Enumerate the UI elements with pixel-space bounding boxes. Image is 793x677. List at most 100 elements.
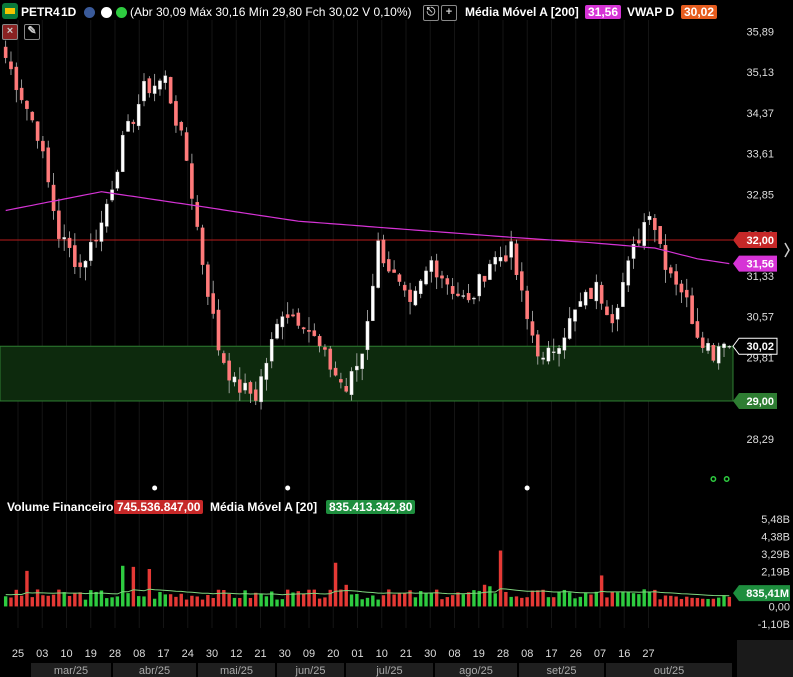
volume-ma-label[interactable]: Média Móvel A [20] (210, 500, 317, 514)
candle[interactable] (88, 233, 93, 266)
candle[interactable] (440, 270, 444, 289)
candle[interactable] (653, 214, 657, 243)
candle[interactable] (711, 343, 716, 363)
candle[interactable] (131, 119, 136, 133)
candle[interactable] (567, 307, 572, 340)
candle[interactable] (120, 130, 125, 173)
candle[interactable] (99, 210, 104, 252)
settings-icon[interactable]: ⎋ (423, 5, 439, 21)
candle[interactable] (392, 260, 396, 273)
pencil-icon[interactable]: ✎ (24, 24, 40, 40)
candle[interactable] (684, 278, 689, 308)
candle[interactable] (514, 239, 519, 280)
candle[interactable] (174, 95, 178, 133)
candle[interactable] (663, 234, 668, 283)
candle[interactable] (530, 310, 535, 344)
volume-bars[interactable] (3, 550, 732, 607)
candle[interactable] (599, 281, 604, 310)
candle[interactable] (195, 195, 200, 231)
volume-label[interactable]: Volume Financeiro (7, 500, 113, 514)
candle[interactable] (19, 79, 24, 104)
candle[interactable] (679, 279, 684, 303)
candle[interactable] (589, 287, 593, 300)
candle[interactable] (200, 224, 205, 275)
candle[interactable] (413, 286, 418, 307)
candle[interactable] (386, 251, 391, 274)
candle[interactable] (626, 256, 631, 292)
time-axis[interactable]: 25 03 10 19 28 08 17 24 30 12 21 30 09 20 01 10 21 30 08 19… (0, 633, 793, 677)
candle[interactable] (142, 73, 146, 107)
candle[interactable] (163, 70, 168, 90)
candle[interactable] (637, 228, 641, 247)
candle[interactable] (206, 261, 210, 306)
candle[interactable] (482, 275, 487, 288)
candle[interactable] (376, 232, 380, 289)
candle[interactable] (674, 263, 678, 296)
candle[interactable] (418, 278, 423, 299)
candle[interactable] (168, 76, 173, 105)
candle[interactable] (658, 226, 662, 249)
candle[interactable] (78, 254, 82, 278)
candle[interactable] (434, 253, 439, 290)
candle[interactable] (477, 273, 482, 302)
ma-indicator-label[interactable]: Média Móvel A [200] (465, 5, 579, 19)
price-tag[interactable]: 32,00 (733, 232, 777, 248)
candle[interactable] (110, 180, 114, 203)
candle[interactable] (179, 120, 184, 136)
candle[interactable] (307, 317, 311, 343)
candle[interactable] (83, 260, 88, 281)
candle[interactable] (115, 169, 120, 192)
candle[interactable] (397, 272, 402, 286)
volume-ma-tag[interactable]: 835,41M (733, 585, 790, 602)
vwap-label[interactable]: VWAP D (627, 5, 674, 19)
candle[interactable] (46, 140, 51, 188)
candle[interactable] (73, 233, 77, 275)
circle-icon[interactable] (101, 7, 112, 18)
plus-icon[interactable]: + (441, 5, 457, 21)
candle[interactable] (450, 277, 455, 300)
candle[interactable] (381, 234, 386, 268)
price-tag[interactable]: 29,00 (733, 392, 777, 409)
candle[interactable] (104, 199, 109, 233)
candle[interactable] (136, 94, 141, 130)
candle[interactable] (190, 153, 194, 210)
candle[interactable] (583, 289, 588, 310)
candle[interactable] (67, 231, 72, 258)
collapse-icon[interactable] (784, 242, 790, 258)
candle[interactable] (158, 78, 162, 96)
candle[interactable] (285, 302, 290, 324)
candle[interactable] (504, 245, 508, 263)
candle[interactable] (216, 299, 221, 356)
candle[interactable] (275, 318, 279, 340)
volume-axis[interactable]: 5,48B4,38B3,29B2,19B1,10B0,00-1,10B835,4… (733, 514, 790, 631)
candle[interactable] (296, 308, 301, 329)
candle[interactable] (615, 303, 620, 332)
candle[interactable] (605, 300, 609, 316)
candle[interactable] (35, 121, 40, 149)
candle[interactable] (291, 308, 295, 318)
price-tag[interactable]: 30,02 (732, 337, 778, 355)
candle[interactable] (690, 287, 694, 325)
candle[interactable] (51, 172, 56, 220)
candle[interactable] (456, 282, 460, 298)
candle[interactable] (126, 114, 130, 132)
candle[interactable] (472, 296, 476, 305)
candle[interactable] (301, 326, 306, 334)
candle[interactable] (445, 275, 450, 295)
candle[interactable] (408, 282, 412, 315)
candle[interactable] (312, 323, 317, 337)
candle[interactable] (147, 76, 152, 98)
candle[interactable] (280, 311, 285, 340)
candle[interactable] (498, 246, 503, 267)
eye-icon[interactable] (84, 7, 95, 18)
candle[interactable] (493, 251, 498, 272)
ticker-label[interactable]: PETR4 (21, 5, 60, 19)
candle[interactable] (466, 283, 471, 303)
candle[interactable] (631, 236, 636, 269)
candle[interactable] (9, 51, 13, 75)
delete-icon[interactable]: × (2, 24, 18, 40)
candle[interactable] (62, 224, 66, 251)
candle[interactable] (461, 289, 466, 299)
candle[interactable] (669, 264, 673, 278)
candle[interactable] (520, 262, 524, 302)
